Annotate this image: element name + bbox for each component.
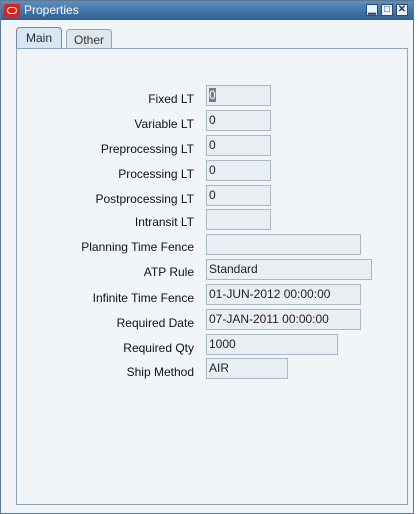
- postprocessing-lt-label: Postprocessing LT: [95, 192, 195, 206]
- maximize-button[interactable]: □: [381, 4, 393, 16]
- postprocessing-lt-field[interactable]: 0: [206, 185, 271, 206]
- processing-lt-label: Processing LT: [118, 167, 194, 181]
- title-bar[interactable]: Properties ▁ □ ✕: [1, 1, 413, 20]
- atp-rule-label: ATP Rule: [143, 265, 194, 279]
- tab-main[interactable]: Main: [16, 27, 62, 49]
- variable-lt-field[interactable]: 0: [206, 110, 271, 131]
- fixed-lt-value: 0: [209, 88, 216, 102]
- required-date-label: Required Date: [116, 316, 194, 330]
- fixed-lt-label: Fixed LT: [148, 92, 194, 106]
- ship-method-label: Ship Method: [126, 365, 194, 379]
- intransit-lt-label: Intransit LT: [134, 215, 194, 229]
- properties-window: Properties ▁ □ ✕ Main Other Fixed LT 0 V…: [0, 0, 414, 514]
- ship-method-field[interactable]: AIR: [206, 358, 288, 379]
- preprocessing-lt-label: Preprocessing LT: [100, 142, 194, 156]
- tab-other[interactable]: Other: [66, 29, 112, 49]
- oracle-logo-icon: [4, 4, 20, 17]
- planning-time-fence-field[interactable]: [206, 234, 361, 255]
- required-date-field[interactable]: 07-JAN-2011 00:00:00: [206, 309, 361, 330]
- infinite-time-fence-field[interactable]: 01-JUN-2012 00:00:00: [206, 284, 361, 305]
- intransit-lt-field[interactable]: [206, 209, 271, 230]
- processing-lt-field[interactable]: 0: [206, 160, 271, 181]
- variable-lt-label: Variable LT: [134, 117, 194, 131]
- minimize-button[interactable]: ▁: [366, 4, 378, 16]
- infinite-time-fence-label: Infinite Time Fence: [92, 291, 194, 305]
- close-button[interactable]: ✕: [396, 4, 408, 16]
- fixed-lt-field[interactable]: 0: [206, 85, 271, 106]
- required-qty-field[interactable]: 1000: [206, 334, 338, 355]
- planning-time-fence-label: Planning Time Fence: [81, 240, 194, 254]
- preprocessing-lt-field[interactable]: 0: [206, 135, 271, 156]
- atp-rule-field[interactable]: Standard: [206, 259, 372, 280]
- window-title: Properties: [24, 3, 79, 17]
- required-qty-label: Required Qty: [123, 341, 194, 355]
